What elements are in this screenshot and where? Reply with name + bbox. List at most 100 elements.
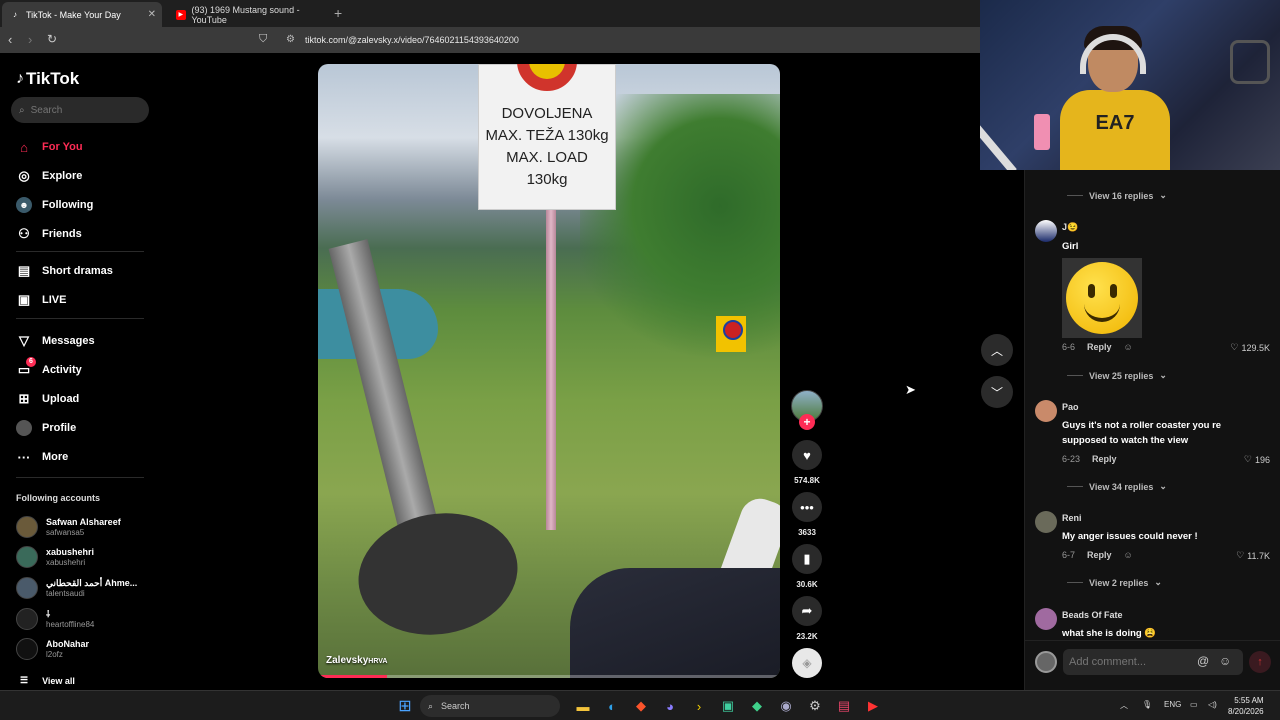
nav-label: Friends (42, 228, 82, 240)
view-replies-button[interactable]: View 34 replies ⌄ (1067, 481, 1167, 492)
account-item[interactable]: AboNahar l2ofz (16, 638, 89, 660)
comment-input[interactable] (1069, 656, 1189, 668)
windows-start-icon[interactable]: ⊞ (395, 696, 415, 716)
comment-icon: ••• (800, 499, 814, 515)
app-icon[interactable]: ▣ (718, 696, 738, 716)
nav-activity[interactable]: ▭ 6 Activity (16, 357, 82, 380)
follow-plus-icon[interactable]: + (799, 414, 815, 430)
comment-author[interactable]: J😉 (1062, 222, 1078, 233)
video-progress[interactable] (318, 675, 780, 678)
language-indicator[interactable]: ENG (1164, 700, 1181, 709)
nav-upload[interactable]: ⊞ Upload (16, 389, 80, 409)
back-icon[interactable]: ‹ (8, 32, 12, 47)
tab-title: TikTok - Make Your Day (26, 9, 121, 20)
account-item[interactable]: ⸸ heartoffline84 (16, 608, 94, 630)
edge-icon[interactable]: ◐ (602, 696, 622, 716)
comment-like[interactable]: ♡ 196 (1244, 454, 1270, 465)
like-count: 11.7K (1247, 550, 1270, 561)
avatar (16, 638, 38, 660)
view-all-link[interactable]: ☰ View all (20, 675, 75, 686)
webcam-overlay: EA7 (980, 0, 1280, 170)
file-explorer-icon[interactable]: ▬ (573, 696, 593, 716)
view-replies-label: View 2 replies (1089, 577, 1149, 588)
site-info-icon[interactable]: ⚙ (286, 34, 295, 45)
avatar[interactable] (1035, 608, 1057, 630)
view-replies-button[interactable]: View 16 replies ⌄ (1067, 190, 1167, 201)
view-replies-button[interactable]: View 25 replies ⌄ (1067, 370, 1167, 381)
streamer: EA7 (1060, 26, 1170, 170)
forward-icon[interactable]: › (28, 32, 32, 47)
avatar[interactable] (1035, 220, 1057, 242)
avatar[interactable] (1035, 511, 1057, 533)
tab-tiktok[interactable]: ♪ TikTok - Make Your Day ✕ (2, 2, 162, 27)
search-box[interactable]: ⌕ (11, 97, 149, 123)
view-replies-button[interactable]: View 2 replies ⌄ (1067, 577, 1162, 588)
mention-icon[interactable]: @ (1197, 654, 1209, 668)
new-tab-icon[interactable]: + (334, 5, 342, 21)
comment-box[interactable] (1063, 649, 1243, 675)
settings-icon[interactable]: ⚙ (805, 696, 825, 716)
tiktok-logo[interactable]: ♪ TikTok (16, 69, 79, 89)
network-icon[interactable]: ▭ (1190, 700, 1198, 709)
reply-button[interactable]: Reply (1087, 550, 1112, 560)
url-field[interactable]: tiktok.com/@zalevsky.x/video/76460211543… (305, 35, 519, 45)
youtube-icon[interactable]: ▶ (863, 696, 883, 716)
discord-icon[interactable]: ◕ (660, 696, 680, 716)
account-item[interactable]: Safwan Alshareef safwansa5 (16, 516, 121, 538)
microphone-icon[interactable]: 🎙︎ (1142, 700, 1152, 709)
music-disc-icon[interactable]: ◈ (792, 648, 822, 678)
clock[interactable]: 5:55 AM 8/20/2026 (1228, 695, 1264, 717)
reload-icon[interactable]: ↻ (47, 32, 57, 46)
next-video-button[interactable]: ﹀ (981, 376, 1013, 408)
comment-author[interactable]: Beads Of Fate (1062, 610, 1123, 620)
app-icon[interactable]: ▤ (834, 696, 854, 716)
close-icon[interactable]: ✕ (148, 9, 156, 20)
nav-short-dramas[interactable]: ▤ Short dramas (16, 261, 113, 281)
plex-icon[interactable]: › (689, 696, 709, 716)
video-player[interactable]: DOVOLJENA MAX. TEŽA 130kg MAX. LOAD 130k… (318, 64, 780, 678)
search-icon: ⌕ (428, 700, 434, 711)
nav-for-you[interactable]: ⌂ For You (16, 137, 82, 157)
share-icon: ➦ (801, 603, 813, 618)
sign-circle (517, 64, 577, 91)
nav-messages[interactable]: ▽ Messages (16, 331, 95, 351)
comment-image[interactable] (1062, 258, 1142, 338)
comment-like[interactable]: ♡ 11.7K (1236, 550, 1270, 561)
reply-button[interactable]: Reply (1087, 342, 1112, 352)
like-count: 574.8K (794, 476, 820, 485)
like-button[interactable]: ♥ (792, 440, 822, 470)
nav-following[interactable]: ☻ Following (16, 195, 93, 215)
taskbar-search[interactable]: ⌕ Search (420, 695, 560, 717)
nav-friends[interactable]: ⚇ Friends (16, 224, 82, 244)
nav-more[interactable]: ··· More (16, 447, 69, 467)
brave-icon[interactable]: ◆ (631, 696, 651, 716)
comment-author[interactable]: Reni (1062, 513, 1082, 523)
app-icon[interactable]: ◆ (747, 696, 767, 716)
send-comment-button[interactable]: ↑ (1249, 651, 1271, 673)
divider (16, 318, 144, 319)
reply-button[interactable]: Reply (1092, 454, 1117, 464)
nav-live[interactable]: ▣ LIVE (16, 290, 67, 310)
save-button[interactable]: ▮ (792, 544, 822, 574)
comment-button[interactable]: ••• (792, 492, 822, 522)
account-item[interactable]: xabushehri xabushehri (16, 546, 94, 568)
search-input[interactable] (30, 104, 131, 116)
nav-label: Activity (42, 364, 82, 376)
tray-chevron-icon[interactable]: ︿ (1120, 700, 1128, 711)
comment-like[interactable]: ♡ 129.5K (1230, 342, 1270, 353)
steam-icon[interactable]: ◉ (776, 696, 796, 716)
avatar[interactable] (1035, 400, 1057, 422)
comment-author[interactable]: Pao (1062, 402, 1079, 412)
account-item[interactable]: أحمد القحطاني Ahme... talentsaudi (16, 577, 137, 599)
shirt-logo: EA7 (1095, 112, 1135, 134)
previous-video-button[interactable]: ︿ (981, 334, 1013, 366)
tab-youtube[interactable]: ▶ (93) 1969 Mustang sound - YouTube (168, 2, 338, 27)
video-author[interactable]: ZalevskyHRVA (326, 655, 387, 666)
nav-profile[interactable]: Profile (16, 418, 76, 438)
bookmark-icon[interactable]: ⛉ (259, 33, 267, 46)
emoji-icon[interactable]: ☺ (1219, 654, 1231, 668)
tiktok-icon: ♪ (13, 10, 17, 19)
volume-icon[interactable]: ◁) (1208, 700, 1217, 709)
nav-explore[interactable]: ◎ Explore (16, 166, 82, 186)
share-button[interactable]: ➦ (792, 596, 822, 626)
